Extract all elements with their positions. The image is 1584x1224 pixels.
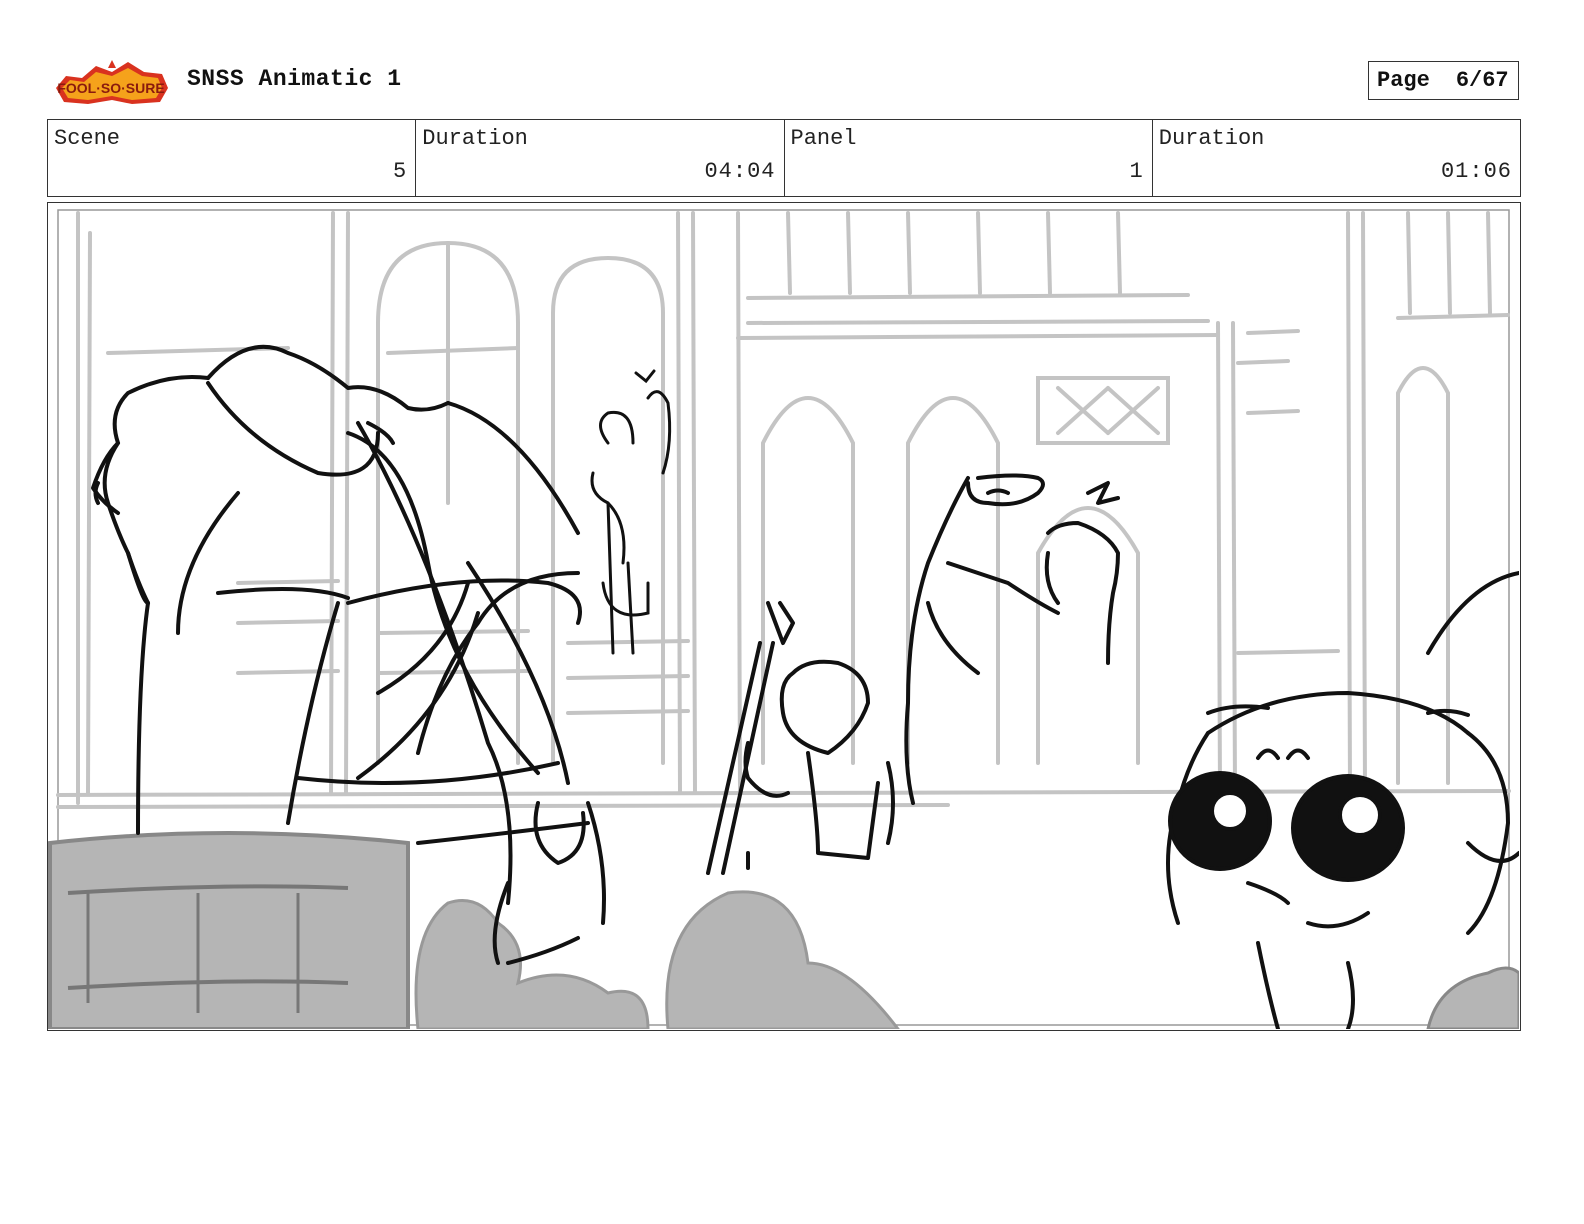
panel-cell: Panel 1 [785,120,1153,196]
page-label: Page [1377,68,1430,93]
document-title: SNSS Animatic 1 [187,66,402,92]
info-table: Scene 5 Duration 04:04 Panel 1 Duration … [47,119,1521,197]
character-middle [904,473,1120,805]
page-number: 6/67 [1455,68,1509,93]
distant-figure [590,369,672,655]
storyboard-panel [47,202,1521,1031]
panel-duration-label: Duration [1158,126,1265,151]
scene-duration-cell: Duration 04:04 [416,120,785,196]
page-indicator: Page 6/67 [1368,61,1519,100]
foreground-props [48,831,1519,1029]
logo: FOOL·SO·SURE [52,58,170,108]
scene-cell: Scene 5 [48,120,417,196]
logo-image: FOOL·SO·SURE [56,60,168,104]
panel-duration-cell: Duration 01:06 [1153,120,1520,196]
character-spear [706,601,895,875]
panel-label: Panel [790,126,857,151]
scene-duration-value: 04:04 [704,159,776,184]
scene-value: 5 [393,159,408,184]
panel-duration-value: 01:06 [1440,159,1512,184]
scene-duration-label: Duration [422,126,528,151]
panel-value: 1 [1129,159,1144,184]
storyboard-sketch [48,209,1519,1029]
scene-label: Scene [54,126,121,151]
logo-lettering: FOOL·SO·SURE [57,80,164,96]
